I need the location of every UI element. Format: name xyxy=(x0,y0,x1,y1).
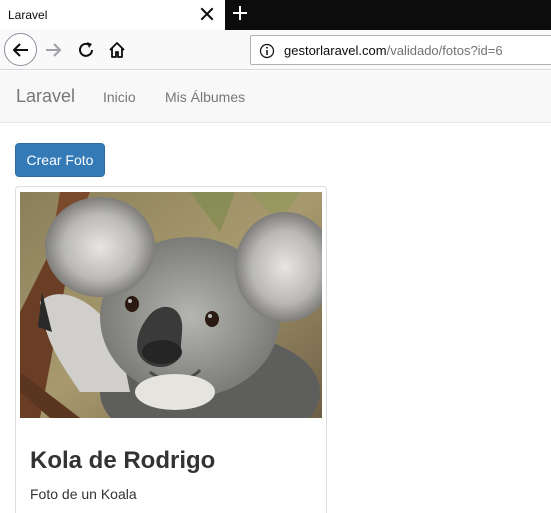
tab-title: Laravel xyxy=(8,8,48,22)
back-arrow-icon xyxy=(12,42,28,57)
reload-icon xyxy=(79,42,93,57)
photo-title: Kola de Rodrigo xyxy=(30,447,216,474)
url-bar[interactable]: gestorlaravel.com/validado/fotos?id=6 xyxy=(250,35,551,65)
nav-item-inicio[interactable]: Inicio xyxy=(103,89,136,105)
forward-button[interactable] xyxy=(42,39,64,61)
reload-button[interactable] xyxy=(75,39,97,61)
tab-strip: Laravel xyxy=(0,0,551,30)
url-path: /validado/fotos?id=6 xyxy=(386,43,503,58)
navbar-brand[interactable]: Laravel xyxy=(16,86,75,107)
site-navbar: Laravel Inicio Mis Álbumes xyxy=(0,71,551,123)
create-photo-button[interactable]: Crear Foto xyxy=(15,143,105,177)
photo-description: Foto de un Koala xyxy=(30,486,137,502)
url-domain: gestorlaravel.com xyxy=(284,43,387,58)
forward-arrow-icon xyxy=(46,43,61,57)
browser-tab[interactable]: Laravel xyxy=(0,0,225,30)
close-icon[interactable] xyxy=(198,5,216,23)
home-icon xyxy=(109,42,125,58)
back-button[interactable] xyxy=(4,33,37,66)
plus-icon[interactable] xyxy=(231,4,249,22)
nav-item-mis-albumes[interactable]: Mis Álbumes xyxy=(165,89,245,105)
browser-toolbar: gestorlaravel.com/validado/fotos?id=6 xyxy=(0,30,551,70)
info-icon[interactable] xyxy=(259,43,275,59)
photo-card: Kola de Rodrigo Foto de un Koala xyxy=(15,186,327,513)
koala-photo xyxy=(20,192,322,418)
home-button[interactable] xyxy=(106,39,128,61)
url-text: gestorlaravel.com/validado/fotos?id=6 xyxy=(284,43,503,58)
